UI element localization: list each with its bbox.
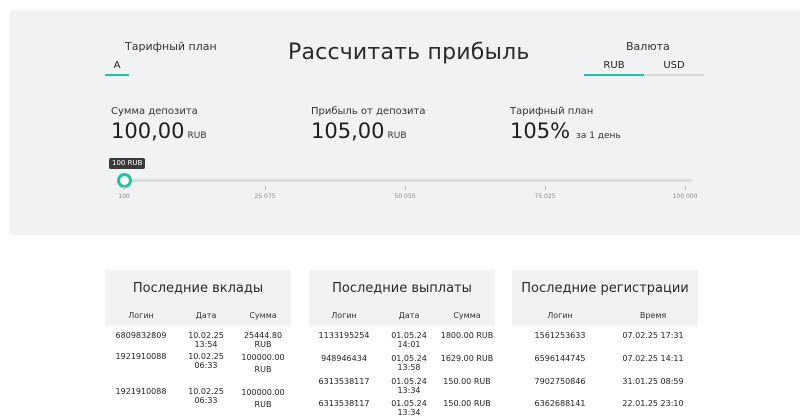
slider-value-tooltip: 100 RUB xyxy=(109,158,146,169)
row-login: 6313538117 xyxy=(318,377,370,386)
plan-tab-a[interactable]: A xyxy=(105,60,129,76)
table-row: 6809832809 10.02.25 13:54 25444.80 RUB xyxy=(105,331,291,352)
row-amount: 150.00 RUB xyxy=(443,399,491,408)
deposit-amount: Сумма депозита 100,00 RUB xyxy=(111,106,207,143)
row-login: 1921910088 xyxy=(115,387,167,396)
table-row: 6313538117 01.05.24 13:34 150.00 RUB xyxy=(309,377,495,399)
slider-tick-label: 75 025 xyxy=(534,193,556,200)
row-amount: 100000.00 RUB xyxy=(241,353,285,374)
table-row: 7902750846 31.01.25 08:59 xyxy=(512,377,698,399)
column-time: Время xyxy=(639,310,667,320)
currency-tabs: RUB USD xyxy=(584,57,704,76)
recent-payouts-panel: Последние выплаты Логин Дата Сумма 11331… xyxy=(309,270,495,419)
table-row: 6596144745 07.02.25 14:11 xyxy=(512,354,698,377)
recent-payouts-header: Последние выплаты Логин Дата Сумма xyxy=(309,270,495,326)
row-date: 10.02.25 06:33 xyxy=(188,387,224,405)
slider-tick-label: 100 xyxy=(118,193,130,200)
row-time: 31.01.25 08:59 xyxy=(622,377,684,386)
recent-deposits-header: Последние вклады Логин Дата Сумма xyxy=(105,270,291,326)
column-date: Дата xyxy=(195,310,217,320)
table-row: 948946434 01.05.24 13:58 1629.00 RUB xyxy=(309,354,495,377)
tariff-plan: Тарифный план 105% за 1 день xyxy=(510,106,621,143)
recent-registrations-columns: Логин Время xyxy=(512,304,698,326)
deposit-amount-unit: RUB xyxy=(187,131,207,141)
row-login: 7902750846 xyxy=(534,377,586,386)
deposit-profit-value: 105,00 xyxy=(311,119,385,143)
column-date: Дата xyxy=(398,310,420,320)
deposit-amount-value: 100,00 xyxy=(111,119,185,143)
recent-payouts-columns: Логин Дата Сумма xyxy=(309,304,495,326)
slider-tick xyxy=(405,186,406,190)
row-date: 10.02.25 13:54 xyxy=(188,331,224,349)
row-date: 01.05.24 14:01 xyxy=(391,331,427,349)
row-date: 01.05.24 13:34 xyxy=(391,377,427,395)
row-login: 6596144745 xyxy=(534,354,586,363)
row-amount: 150.00 RUB xyxy=(443,377,491,386)
row-login: 1921910088 xyxy=(115,352,167,361)
row-date: 01.05.24 13:58 xyxy=(391,354,427,372)
row-time: 07.02.25 17:31 xyxy=(622,331,684,340)
column-amount: Сумма xyxy=(249,310,277,320)
recent-registrations-title: Последние регистрации xyxy=(521,281,689,296)
row-amount: 100000.00 RUB xyxy=(241,388,285,409)
column-login: Логин xyxy=(128,310,154,320)
page-title: Рассчитать прибыль xyxy=(288,40,530,65)
table-row: 6313538117 01.05.24 13:34 150.00 RUB xyxy=(309,399,495,419)
row-login: 6362688141 xyxy=(534,399,586,408)
recent-payouts-title: Последние выплаты xyxy=(332,281,472,296)
tariff-plan-value: 105% xyxy=(510,119,571,143)
table-row: 1561253633 07.02.25 17:31 xyxy=(512,331,698,354)
row-amount: 1800.00 RUB xyxy=(440,331,494,340)
row-amount: 1629.00 RUB xyxy=(440,354,494,363)
recent-registrations-panel: Последние регистрации Логин Время 156125… xyxy=(512,270,698,419)
row-login: 948946434 xyxy=(321,354,367,363)
deposit-slider-track[interactable] xyxy=(124,179,692,182)
row-time: 22.01.25 23:10 xyxy=(622,399,684,408)
row-date: 10.02.25 06:33 xyxy=(188,352,224,370)
currency-tab-rub[interactable]: RUB xyxy=(584,57,644,76)
slider-tick xyxy=(265,186,266,190)
recent-deposits-title: Последние вклады xyxy=(132,281,264,296)
row-time: 07.02.25 14:11 xyxy=(622,354,684,363)
column-login: Логин xyxy=(331,310,357,320)
plan-label: Тарифный план xyxy=(125,40,217,53)
slider-tick xyxy=(545,186,546,190)
table-row: 6362688141 22.01.25 23:10 xyxy=(512,399,698,419)
deposit-profit: Прибыль от депозита 105,00 RUB xyxy=(311,106,426,143)
deposit-profit-unit: RUB xyxy=(387,131,407,141)
table-row: 1921910088 10.02.25 06:33 100000.00 RUB xyxy=(105,352,291,387)
tariff-plan-unit: за 1 день xyxy=(576,131,621,141)
column-login: Логин xyxy=(547,310,573,320)
table-row: 1133195254 01.05.24 14:01 1800.00 RUB xyxy=(309,331,495,354)
row-date: 01.05.24 13:34 xyxy=(391,399,427,417)
currency-label: Валюта xyxy=(626,40,670,53)
slider-tick-label: 50 050 xyxy=(394,193,416,200)
currency-tab-usd[interactable]: USD xyxy=(644,57,704,74)
table-row: 1921910088 10.02.25 06:33 100000.00 RUB xyxy=(105,387,291,417)
deposit-amount-label: Сумма депозита xyxy=(111,106,198,117)
row-login: 6809832809 xyxy=(115,331,167,340)
recent-deposits-columns: Логин Дата Сумма xyxy=(105,304,291,326)
column-amount: Сумма xyxy=(453,310,481,320)
recent-registrations-header: Последние регистрации Логин Время xyxy=(512,270,698,326)
row-amount: 25444.80 RUB xyxy=(243,331,283,349)
slider-tick xyxy=(124,186,125,190)
row-login: 6313538117 xyxy=(318,399,370,408)
slider-tick-label: 25 075 xyxy=(254,193,276,200)
deposit-profit-label: Прибыль от депозита xyxy=(311,106,426,117)
tariff-plan-label: Тарифный план xyxy=(510,106,594,117)
slider-tick-label: 100 000 xyxy=(672,193,698,200)
row-login: 1133195254 xyxy=(318,331,370,340)
row-login: 1561253633 xyxy=(534,331,586,340)
recent-deposits-panel: Последние вклады Логин Дата Сумма 680983… xyxy=(105,270,291,417)
slider-tick xyxy=(685,186,686,190)
